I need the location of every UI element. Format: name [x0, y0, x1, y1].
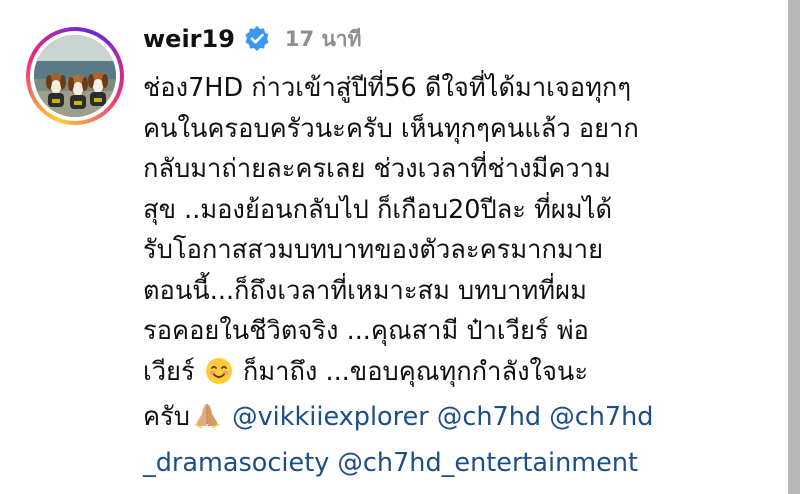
mention-link[interactable]: @ch7hd — [437, 402, 541, 432]
username[interactable]: weir19 — [143, 25, 235, 53]
caption-line: กลับมาถ่ายละครเลย ช่วงเวลาที่ช่างมีความ — [143, 154, 611, 184]
folded-hands-emoji — [192, 400, 222, 443]
scrollbar[interactable] — [788, 0, 800, 494]
caption-text: ก็มาถึง ...ขอบคุณทุกกำลังใจนะ — [242, 356, 589, 387]
avatar-border — [30, 31, 120, 121]
caption-line: สุข ..มองย้อนกลับไป ก็เกือบ20ปีละ ที่ผมไ… — [143, 194, 613, 225]
caption-text: ครับ — [143, 402, 190, 432]
caption-line: รอคอยในชีวิตจริง ...คุณสามี ป๋าเวียร์ พ่… — [143, 316, 589, 346]
verified-badge-icon — [243, 25, 271, 53]
caption-line: เวียร์ ก็มาถึง ...ขอบคุณทุกกำลังใจนะ — [143, 352, 733, 398]
caption-line: รับโอกาสสวมบทบาทของตัวละครมากมาย — [143, 235, 604, 265]
caption-line: _dramasociety @ch7hd_entertainment — [143, 443, 733, 484]
mention-link[interactable]: @vikkiiexplorer — [232, 402, 429, 432]
mention-link[interactable]: @ch7hd — [549, 402, 653, 432]
caption-line: ครับ @vikkiiexplorer @ch7hd @ch7hd — [143, 397, 733, 443]
caption-line: คนในครอบครัวนะครับ เห็นทุกๆคนแล้ว อยาก — [143, 113, 639, 144]
post-caption: ช่อง7HD ก่าวเข้าสู่ปีที่56 ดีใจที่ได้มาเ… — [143, 68, 733, 483]
smiling-face-emoji — [205, 357, 233, 398]
post-header: weir19 17 นาที — [143, 22, 361, 56]
avatar[interactable] — [26, 27, 124, 125]
caption-text: เวียร์ — [143, 356, 195, 387]
avatar-photo-dogs — [34, 35, 116, 117]
post-time: 17 นาที — [284, 26, 362, 51]
mention-link[interactable]: @ch7hd_entertainment — [337, 448, 638, 478]
caption-line: ตอนนี้...ก็ถึงเวลาที่เหมาะสม บทบาทที่ผม — [143, 275, 587, 306]
caption-line: ช่อง7HD ก่าวเข้าสู่ปีที่56 ดีใจที่ได้มาเ… — [143, 73, 632, 103]
mention-link-continued[interactable]: _dramasociety — [143, 448, 329, 478]
